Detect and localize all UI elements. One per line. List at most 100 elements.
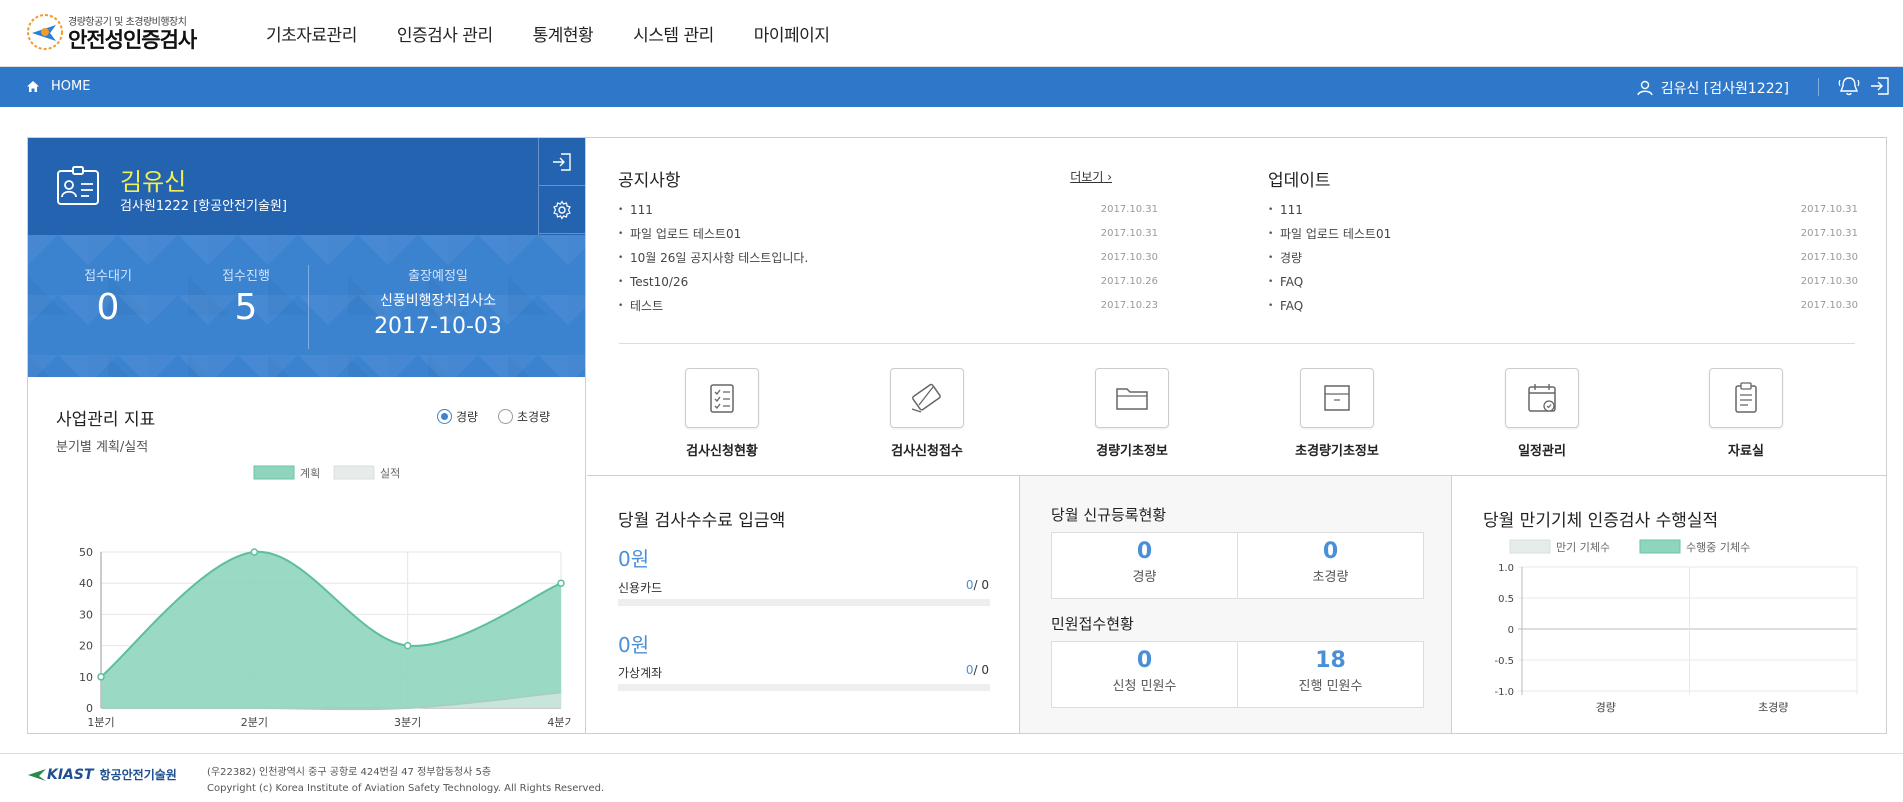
- logo-subtitle: 경량항공기 및 초경량비행장치: [68, 16, 187, 28]
- quick-label: 검사신청현황: [686, 444, 758, 459]
- civil-grid: 0 신청 민원수 18 진행 민원수: [1051, 641, 1424, 708]
- legend-swatch: [333, 465, 375, 480]
- list-item[interactable]: 111 2017.10.31: [618, 198, 1158, 222]
- logout-icon[interactable]: [1869, 75, 1891, 97]
- y-tick-label: 1.0: [1498, 563, 1514, 574]
- legend-swatch: [1639, 539, 1681, 554]
- y-tick-label: -0.5: [1494, 656, 1514, 667]
- home-icon: [27, 81, 39, 92]
- virtual-label: 가상계좌: [618, 666, 663, 680]
- list-item[interactable]: 테스트 2017.10.23: [618, 294, 1158, 318]
- notice-more-link[interactable]: 더보기 ›: [1070, 168, 1112, 185]
- list-item[interactable]: FAQ 2017.10.30: [1268, 270, 1858, 294]
- left-column: 김유신 검사원1222 [항공안전기술원] 접수대기 0 접수진행 5 출장예정: [28, 138, 586, 733]
- quick-schedule[interactable]: 일정관리: [1467, 368, 1617, 459]
- bar-divider: [1818, 78, 1819, 96]
- stat-progress[interactable]: 접수진행 5: [196, 265, 296, 332]
- nav-system[interactable]: 시스템 관리: [633, 21, 714, 46]
- more-label: 더보기: [1070, 170, 1104, 184]
- profile-logout-button[interactable]: [539, 138, 585, 186]
- registry-light[interactable]: 0 경량: [1052, 533, 1237, 598]
- update-text: 파일 업로드 테스트01: [1280, 227, 1392, 241]
- user-name: 김유신 [검사원1222]: [1660, 81, 1789, 97]
- update-text: FAQ: [1280, 275, 1304, 289]
- quick-archive[interactable]: 자료실: [1671, 368, 1821, 459]
- data-point: [97, 673, 105, 681]
- site-logo[interactable]: 경량항공기 및 초경량비행장치 안전성인증검사: [26, 11, 197, 53]
- location-bar: HOME 김유신 [검사원1222]: [0, 67, 1903, 107]
- quick-label: 일정관리: [1518, 444, 1566, 459]
- y-tick-label: 0: [1508, 625, 1514, 636]
- update-text: 경량: [1280, 251, 1303, 265]
- home-link[interactable]: HOME: [26, 79, 90, 94]
- series-area: [101, 551, 561, 708]
- radio-light[interactable]: 경량: [437, 408, 478, 425]
- stat-waiting-label: 접수대기: [84, 269, 132, 284]
- footer-info: (우22382) 인천광역시 중구 공항로 424번길 47 정부합동청사 5층…: [207, 765, 604, 797]
- registry-grid: 0 경량 0 초경량: [1051, 532, 1424, 599]
- stat-waiting[interactable]: 접수대기 0: [58, 265, 158, 332]
- update-text: FAQ: [1280, 299, 1304, 313]
- profile-settings-button[interactable]: [539, 186, 585, 234]
- nav-inspection[interactable]: 인증검사 관리: [397, 21, 493, 46]
- radio-ultralight-dot: [498, 409, 513, 424]
- card-count-total: / 0: [973, 578, 990, 592]
- legend-label: 수행중 기체수: [1686, 541, 1750, 554]
- civil-apply[interactable]: 0 신청 민원수: [1052, 642, 1237, 707]
- main-nav: 기초자료관리 인증검사 관리 통계현황 시스템 관리 마이페이지: [266, 21, 869, 46]
- expiry-title: 당월 만기기체 인증검사 수행실적: [1483, 511, 1719, 531]
- fee-panel: 당월 검사수수료 입금액 0원 신용카드 0/ 0 0원 가상계좌 0/ 0: [587, 475, 1019, 733]
- footer-copyright: Copyright (c) Korea Institute of Aviatio…: [207, 783, 605, 794]
- radio-light-label: 경량: [456, 410, 479, 424]
- list-item[interactable]: 111 2017.10.31: [1268, 198, 1858, 222]
- radio-ultralight[interactable]: 초경량: [498, 408, 550, 425]
- notice-date: 2017.10.23: [1100, 300, 1158, 311]
- registry-ultra[interactable]: 0 초경량: [1237, 533, 1423, 598]
- quick-box: [1095, 368, 1169, 428]
- bell-icon[interactable]: [1837, 75, 1861, 97]
- archive-icon: [1324, 385, 1350, 411]
- registry-panel: 당월 신규등록현황 0 경량 0 초경량 민원접수현황 0 신청 민원수 18 진행 민…: [1019, 475, 1452, 733]
- nav-mypage[interactable]: 마이페이지: [754, 21, 830, 46]
- nav-statistics[interactable]: 통계현황: [533, 21, 594, 46]
- indicator-title: 사업관리 지표: [56, 410, 156, 430]
- quick-label: 검사신청접수: [891, 444, 963, 459]
- quick-light-info[interactable]: 경량기초정보: [1057, 368, 1207, 459]
- civil-progress[interactable]: 18 진행 민원수: [1237, 642, 1423, 707]
- checklist-icon: [710, 384, 734, 413]
- update-date: 2017.10.31: [1800, 228, 1858, 239]
- profile-info: 검사원1222 [항공안전기술원]: [120, 199, 287, 214]
- registry-ultra-count: 0: [1322, 539, 1339, 564]
- data-point: [557, 579, 565, 587]
- home-label: HOME: [51, 79, 91, 94]
- y-tick-label: 50: [79, 546, 93, 559]
- registry-light-count: 0: [1136, 539, 1153, 564]
- trip-label: 출장예정일: [408, 269, 468, 284]
- indicator-chart: 계획 실적 0 10 20 30 40 50 1분기 2분기 3분기 4분기: [79, 465, 571, 729]
- fee-title: 당월 검사수수료 입금액: [618, 511, 786, 531]
- profile-header: [28, 138, 538, 235]
- top-header: 경량항공기 및 초경량비행장치 안전성인증검사 기초자료관리 인증검사 관리 통…: [0, 0, 1903, 67]
- user-info[interactable]: 김유신 [검사원1222]: [1637, 78, 1789, 98]
- list-item[interactable]: FAQ 2017.10.30: [1268, 294, 1858, 318]
- update-text: 111: [1280, 203, 1303, 217]
- quick-inspection-status[interactable]: 검사신청현황: [647, 368, 797, 459]
- list-item[interactable]: 파일 업로드 테스트01 2017.10.31: [1268, 222, 1858, 246]
- quick-box: [1300, 368, 1374, 428]
- quick-inspection-receipt[interactable]: 검사신청접수: [852, 368, 1002, 459]
- quick-ultralight-info[interactable]: 초경량기초정보: [1262, 368, 1412, 459]
- footer-logo-mark: KIAST: [47, 766, 94, 783]
- civil-apply-count: 0: [1136, 648, 1153, 673]
- list-item[interactable]: 10월 26일 공지사항 테스트입니다. 2017.10.30: [618, 246, 1158, 270]
- logo-emblem-icon: [27, 14, 63, 50]
- clipboard-icon: [1735, 382, 1757, 413]
- card-count: 0/ 0: [966, 578, 989, 592]
- list-item[interactable]: Test10/26 2017.10.26: [618, 270, 1158, 294]
- list-item[interactable]: 파일 업로드 테스트01 2017.10.31: [618, 222, 1158, 246]
- registry-light-label: 경량: [1132, 570, 1157, 585]
- legend-swatch: [1509, 539, 1551, 554]
- x-tick-label: 3분기: [394, 716, 421, 729]
- nav-basic-data[interactable]: 기초자료관리: [266, 21, 357, 46]
- notice-text: 10월 26일 공지사항 테스트입니다.: [630, 251, 809, 265]
- list-item[interactable]: 경량 2017.10.30: [1268, 246, 1858, 270]
